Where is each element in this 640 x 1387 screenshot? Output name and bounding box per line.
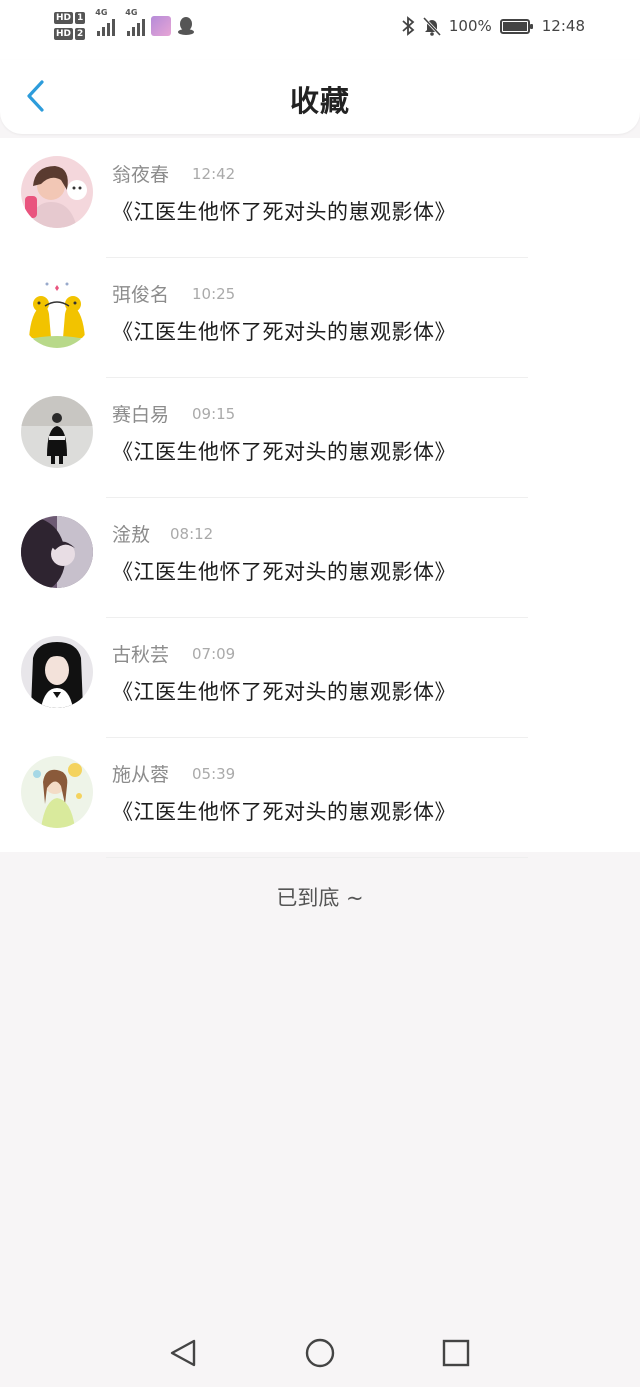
bell-mute-icon <box>422 16 441 36</box>
qq-icon <box>178 17 195 35</box>
hd-icon: HD 2 <box>54 28 86 40</box>
battery-percent: 100% <box>448 17 492 35</box>
list-item[interactable]: 翁夜春 12:42 《江医生他怀了死对头的崽观影体》 <box>0 138 640 258</box>
recents-square-icon[interactable] <box>440 1337 472 1369</box>
item-title: 《江医生他怀了死对头的崽观影体》 <box>112 800 456 824</box>
item-title: 《江医生他怀了死对头的崽观影体》 <box>112 560 456 584</box>
hd-indicators: HD 1 HD 2 <box>54 12 86 40</box>
item-time: 12:42 <box>192 165 236 183</box>
avatar-icon <box>21 756 93 828</box>
item-name: 施从蓉 <box>112 764 170 786</box>
list-item[interactable]: 弭俊名 10:25 《江医生他怀了死对头的崽观影体》 <box>0 258 640 378</box>
item-title: 《江医生他怀了死对头的崽观影体》 <box>112 440 456 464</box>
item-name: 弭俊名 <box>112 284 170 306</box>
avatar-icon <box>21 396 93 468</box>
battery-level <box>502 21 527 31</box>
battery-icon <box>499 18 533 34</box>
item-name: 古秋芸 <box>112 644 170 666</box>
avatar-icon <box>21 156 93 228</box>
navigation-bar <box>0 1317 640 1387</box>
status-left: HD 1 HD 2 4G 4G <box>54 8 195 44</box>
bluetooth-icon <box>402 16 415 36</box>
status-right: 100% 12:48 <box>401 12 585 40</box>
page-title: 收藏 <box>289 84 350 118</box>
divider <box>106 857 528 858</box>
avatar-icon <box>21 276 93 348</box>
home-circle-icon[interactable] <box>304 1337 336 1369</box>
signal-icon: 4G <box>95 8 116 36</box>
item-title: 《江医生他怀了死对头的崽观影体》 <box>112 320 456 344</box>
item-title: 《江医生他怀了死对头的崽观影体》 <box>112 680 456 704</box>
item-time: 10:25 <box>192 285 236 303</box>
avatar-icon <box>21 516 93 588</box>
back-triangle-icon[interactable] <box>168 1337 200 1369</box>
item-title: 《江医生他怀了死对头的崽观影体》 <box>112 200 456 224</box>
list-end-text: 已到底 ~ <box>276 886 364 910</box>
item-time: 09:15 <box>192 405 236 423</box>
status-time: 12:48 <box>541 17 585 35</box>
hd-icon: HD 1 <box>54 12 86 24</box>
header: 收藏 <box>0 60 640 134</box>
app-icon <box>151 16 172 36</box>
item-time: 07:09 <box>192 645 236 663</box>
signal-icon: 4G <box>125 8 146 36</box>
list-item[interactable]: 赛白易 09:15 《江医生他怀了死对头的崽观影体》 <box>0 378 640 498</box>
item-name: 翁夜春 <box>112 164 170 186</box>
list-item[interactable]: 古秋芸 07:09 《江医生他怀了死对头的崽观影体》 <box>0 618 640 738</box>
list-item[interactable]: 施从蓉 05:39 《江医生他怀了死对头的崽观影体》 <box>0 738 640 858</box>
item-time: 05:39 <box>192 765 236 783</box>
list-item[interactable]: 淦敖 08:12 《江医生他怀了死对头的崽观影体》 <box>0 498 640 618</box>
favorites-list: 翁夜春 12:42 《江医生他怀了死对头的崽观影体》 弭俊名 10:25 《江医… <box>0 138 640 858</box>
status-bar: HD 1 HD 2 4G 4G 100% 12:48 <box>0 0 640 60</box>
avatar-icon <box>21 636 93 708</box>
item-name: 淦敖 <box>112 524 151 546</box>
item-name: 赛白易 <box>112 404 170 426</box>
item-time: 08:12 <box>170 525 214 543</box>
